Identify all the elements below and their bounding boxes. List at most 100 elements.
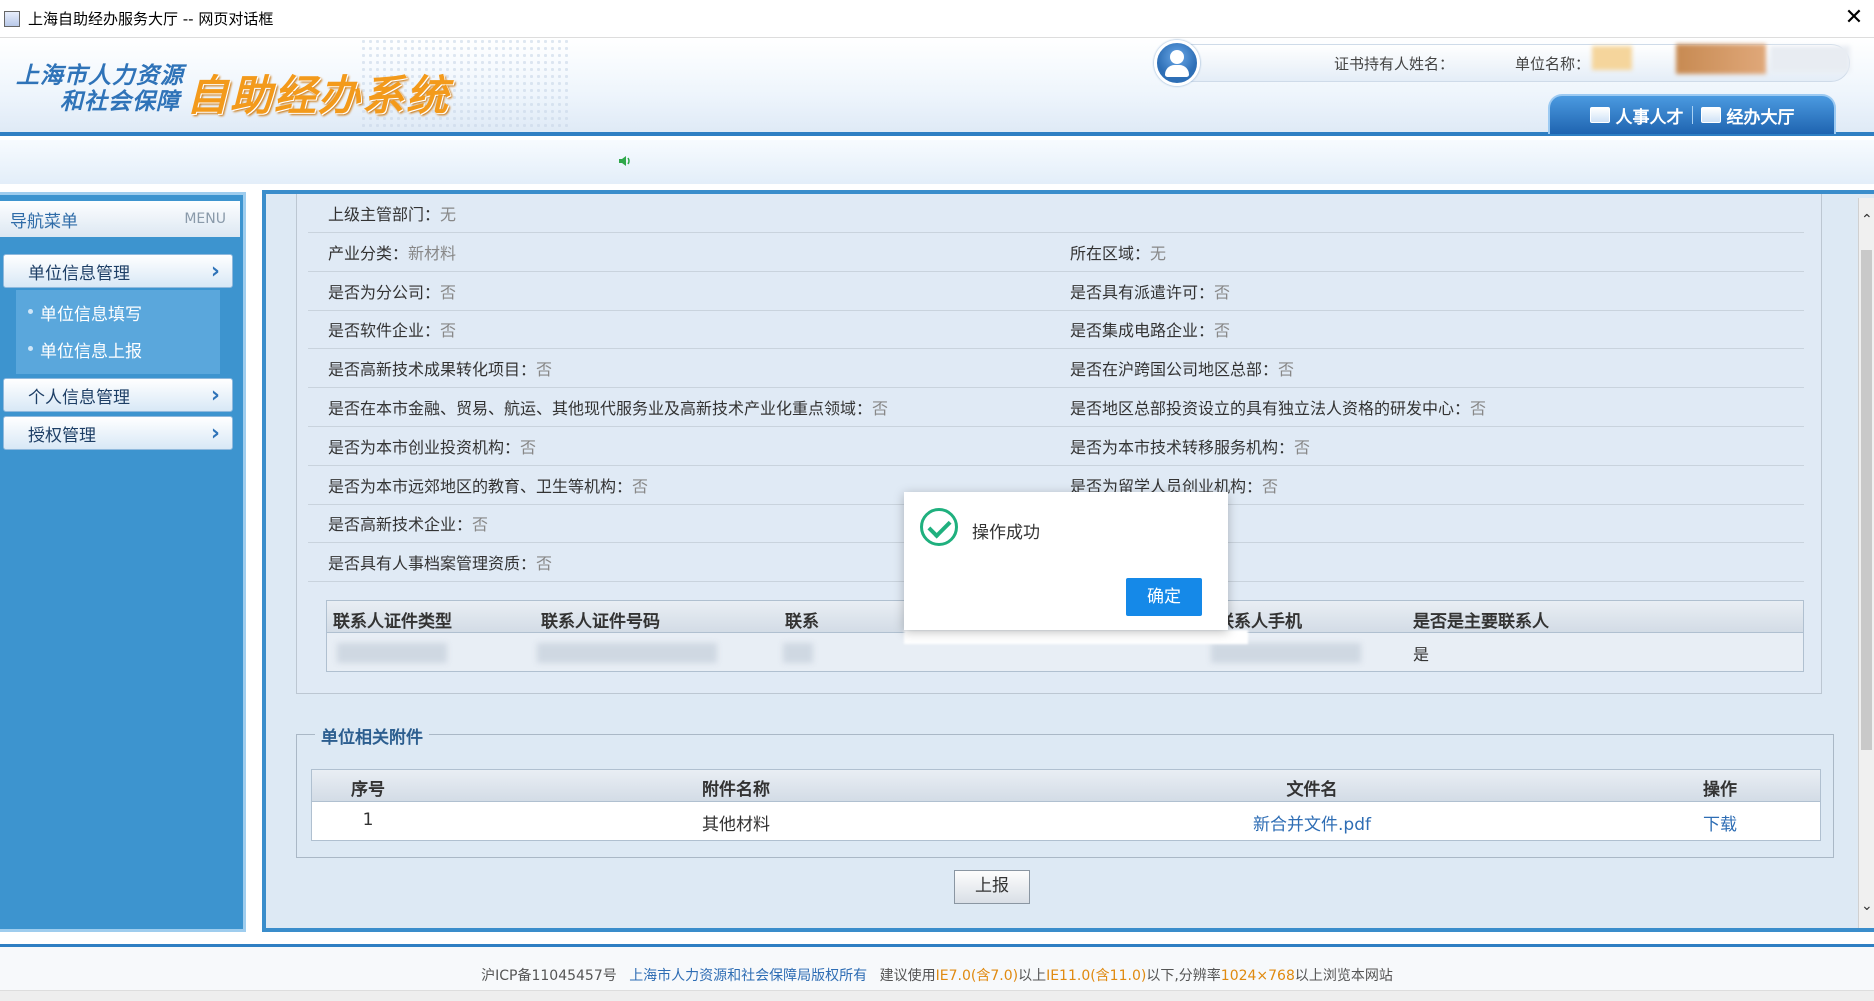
copyright-text: 上海市人力资源和社会保障局版权所有 [629, 968, 868, 984]
attachments-fieldset: 单位相关附件 序号 附件名称 文件名 操作 1 其他材料 新合并文件.pdf 下… [296, 723, 1834, 858]
table-row: 1 其他材料 新合并文件.pdf 下载 [312, 802, 1820, 840]
field-value: 无 [440, 205, 457, 224]
field-label: 是否高新技术企业： [328, 515, 473, 535]
col-header: 联系人证件号码 [541, 612, 660, 632]
col-header: 联系 [785, 612, 819, 632]
col-header: 操作 [1703, 780, 1737, 800]
browser-tip-3: 以下,分辨率 [1146, 968, 1221, 984]
info-field-left: 是否软件企业：否 [328, 310, 456, 348]
field-label: 是否为本市技术转移服务机构： [1070, 437, 1295, 457]
notice-band [0, 140, 1874, 184]
scroll-thumb[interactable] [1861, 250, 1872, 750]
submenu-item-fill[interactable]: 单位信息填写 [28, 300, 142, 325]
submenu-item-report[interactable]: 单位信息上报 [28, 337, 142, 362]
attachments-table: 序号 附件名称 文件名 操作 1 其他材料 新合并文件.pdf 下载 [311, 769, 1821, 841]
info-field-right: 所在区域：无 [1070, 233, 1166, 271]
field-label: 是否为本市创业投资机构： [328, 437, 521, 457]
row-divider [308, 309, 1804, 311]
menu-unit-info[interactable]: 单位信息管理 › [3, 254, 233, 288]
field-label: 产业分类： [328, 243, 409, 263]
scroll-up-icon[interactable]: ⌃ [1861, 212, 1873, 228]
info-field-left: 是否具有人事档案管理资质：否 [328, 543, 552, 581]
chevron-right-icon: › [210, 421, 220, 446]
success-dialog: 操作成功 确定 [904, 492, 1228, 630]
browser-tip-4: 以上浏览本网站 [1294, 968, 1393, 984]
tab-label: 人事人才 [1615, 107, 1684, 128]
field-value: 否 [1294, 437, 1311, 457]
field-value: 否 [872, 399, 889, 418]
field-label: 是否为本市远郊地区的教育、卫生等机构： [328, 476, 633, 496]
browser-ie-old: IE7.0(含7.0) [935, 968, 1019, 984]
browser-resolution: 1024×768 [1220, 968, 1295, 984]
info-field-left: 上级主管部门：无 [328, 194, 456, 232]
building-icon [1700, 107, 1721, 123]
field-value: 否 [1214, 321, 1231, 341]
col-header: 附件名称 [702, 780, 770, 800]
monitor-icon [1589, 107, 1610, 123]
field-value: 新材料 [408, 243, 457, 263]
menu-authorization[interactable]: 授权管理 › [3, 416, 233, 450]
submit-report-button[interactable]: 上报 [954, 870, 1030, 904]
field-label: 是否集成电路企业： [1070, 321, 1215, 341]
redacted-cell [783, 643, 813, 663]
field-label: 是否软件企业： [328, 321, 441, 341]
field-value: 否 [1262, 476, 1279, 496]
redacted-unit-name [1770, 46, 1850, 72]
attachment-file-link[interactable]: 新合并文件.pdf [1253, 810, 1371, 835]
dialog-window: 上海自助经办服务大厅 -- 网页对话框 ✕ 上海市人力资源 和社会保障 自助经办… [0, 0, 1874, 1001]
window-statusbar [0, 990, 1874, 1001]
user-avatar-icon [1154, 40, 1200, 86]
field-value: 否 [440, 282, 457, 302]
menu-label: 个人信息管理 [28, 387, 130, 408]
download-link[interactable]: 下载 [1703, 810, 1737, 835]
info-field-left: 是否为本市创业投资机构：否 [328, 427, 536, 465]
info-field-right: 是否集成电路企业：否 [1070, 310, 1230, 348]
col-header: 是否是主要联系人 [1413, 612, 1549, 632]
speaker-icon[interactable] [618, 154, 632, 168]
field-value: 否 [1214, 282, 1231, 302]
browser-tip-1: 建议使用 [879, 968, 936, 984]
menu-personal-info[interactable]: 个人信息管理 › [3, 378, 233, 412]
primary-contact-value: 是 [1413, 645, 1430, 664]
info-field-right: 是否地区总部投资设立的具有独立法人资格的研发中心：否 [1070, 388, 1486, 426]
field-label: 是否在沪跨国公司地区总部： [1070, 360, 1279, 380]
tab-hr-talent[interactable]: 人事人才 [1582, 103, 1692, 128]
scroll-down-icon[interactable]: ⌄ [1861, 898, 1873, 914]
redacted-unit-name [1592, 46, 1632, 70]
icp-number: 沪ICP备11045457号 [481, 968, 617, 984]
redacted-cell [1211, 643, 1361, 663]
field-value: 否 [440, 321, 457, 341]
field-label: 是否具有派遣许可： [1070, 282, 1215, 302]
info-field-left: 是否高新技术企业：否 [328, 504, 488, 542]
field-value: 否 [1278, 360, 1295, 380]
modal-shadow-strip [904, 630, 1248, 644]
field-value: 否 [536, 554, 553, 574]
field-value: 否 [472, 515, 489, 535]
info-field-right: 是否为本市技术转移服务机构：否 [1070, 427, 1310, 465]
field-label: 所在区域： [1070, 243, 1151, 263]
sidebar-menu-badge: MENU [184, 211, 226, 227]
success-check-icon [920, 508, 958, 546]
field-value: 否 [1470, 399, 1487, 418]
logo-system-name: 自助经办系统 [186, 71, 451, 120]
tab-label: 经办大厅 [1726, 107, 1795, 128]
confirm-button[interactable]: 确定 [1126, 578, 1202, 616]
attachment-name: 其他材料 [702, 815, 770, 835]
cert-holder-label: 证书持有人姓名： [1334, 55, 1455, 73]
field-label: 是否高新技术成果转化项目： [328, 360, 537, 380]
close-icon[interactable]: ✕ [1842, 6, 1866, 30]
info-field-left: 是否在本市金融、贸易、航运、其他现代服务业及高新技术产业化重点领域：否 [328, 388, 888, 426]
unit-name-label: 单位名称： [1515, 55, 1591, 73]
redacted-unit-name [1676, 44, 1766, 74]
info-field-left: 是否高新技术成果转化项目：否 [328, 349, 552, 387]
row-divider [308, 232, 1804, 233]
info-field-right: 是否具有派遣许可：否 [1070, 272, 1230, 310]
main-scrollbar[interactable]: ⌃ ⌄ [1858, 198, 1874, 928]
sidebar-title: 导航菜单 [10, 211, 78, 232]
col-header: 文件名 [1286, 780, 1338, 800]
tab-service-hall[interactable]: 经办大厅 [1693, 103, 1803, 128]
field-label: 上级主管部门： [328, 205, 441, 224]
field-value: 否 [632, 476, 649, 496]
field-value: 否 [536, 360, 553, 380]
browser-ie-new: IE11.0(含11.0) [1046, 968, 1147, 984]
